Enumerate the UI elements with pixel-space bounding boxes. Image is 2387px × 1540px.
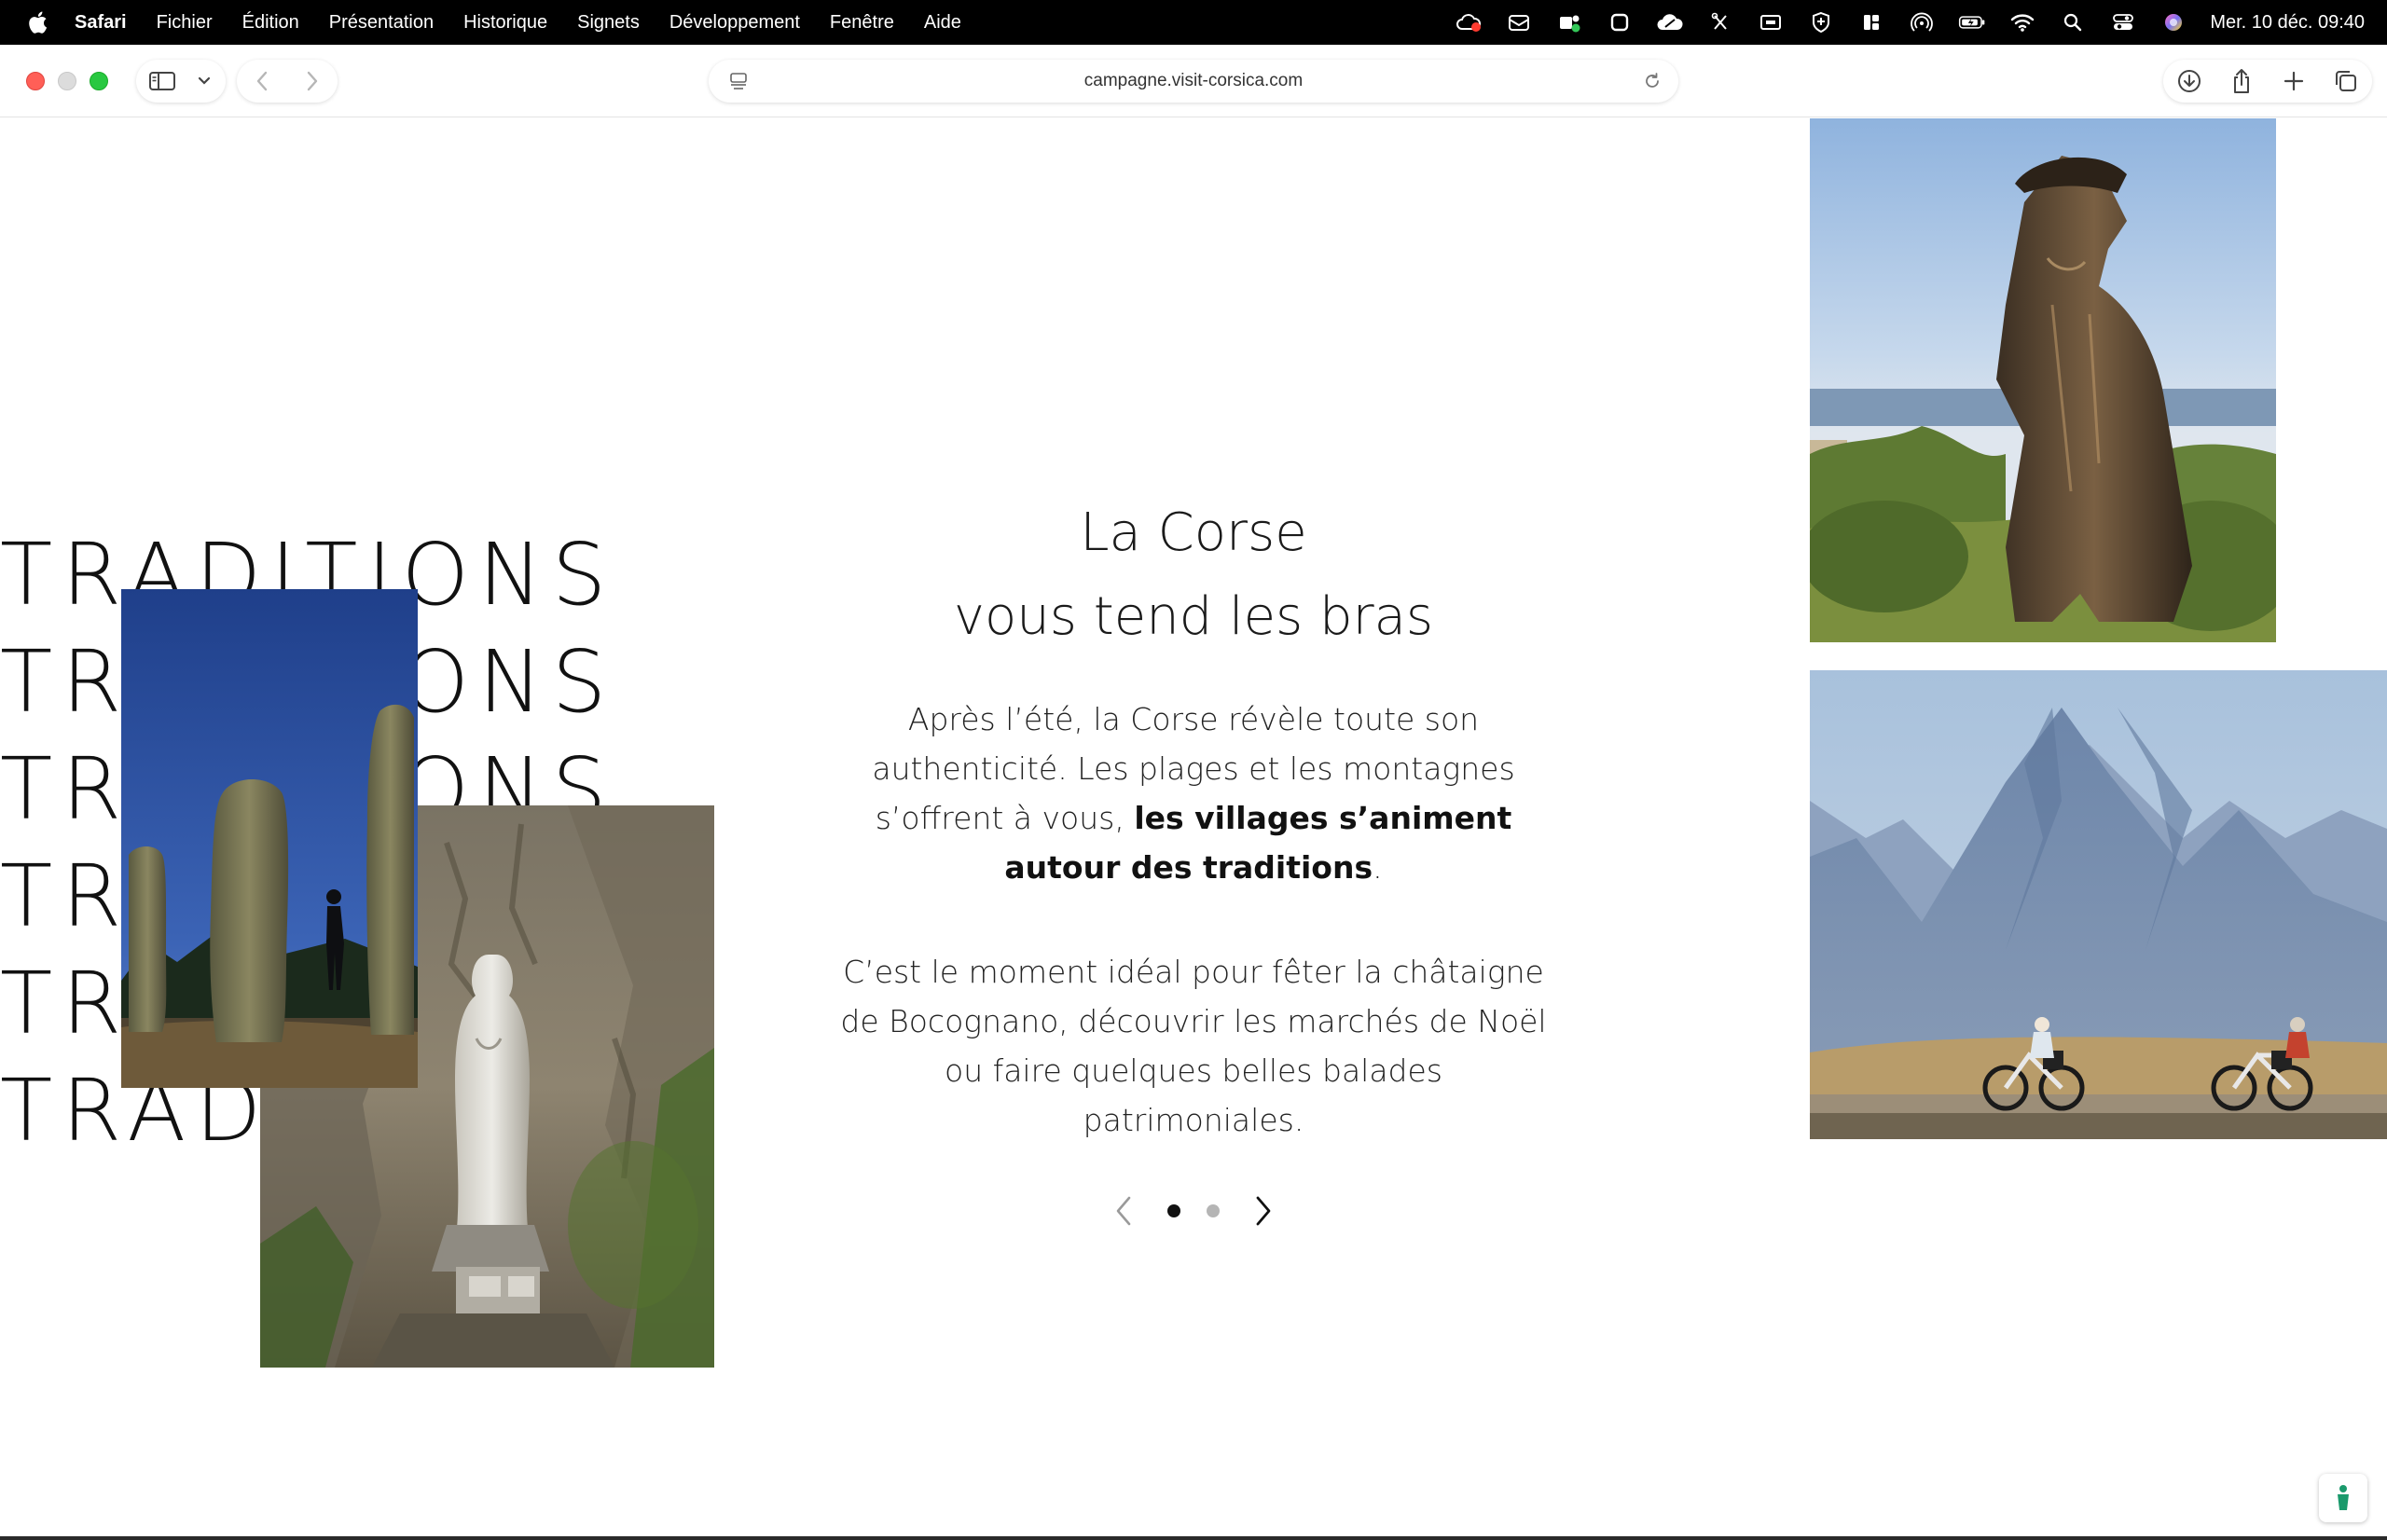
menubar-clock[interactable]: Mer. 10 déc. 09:40	[2210, 12, 2365, 34]
cloud-sync-icon[interactable]	[1656, 9, 1684, 35]
zoom-window-button[interactable]	[90, 72, 108, 90]
carousel-controls	[1105, 1192, 1282, 1230]
shield-vpn-icon[interactable]	[1807, 9, 1835, 35]
display-icon[interactable]	[1757, 9, 1785, 35]
status-area: Mer. 10 déc. 09:40	[1432, 0, 2365, 45]
creative-cloud-icon[interactable]	[1455, 9, 1483, 35]
siri-icon[interactable]	[2159, 9, 2187, 35]
help-figure-icon	[2338, 1485, 2349, 1510]
mail-badge-icon[interactable]	[1505, 9, 1533, 35]
control-center-icon[interactable]	[2109, 9, 2137, 35]
menu-signets[interactable]: Signets	[577, 12, 640, 34]
menu-app-safari[interactable]: Safari	[75, 12, 127, 34]
wifi-icon[interactable]	[2008, 9, 2036, 35]
address-bar[interactable]: campagne.visit-corsica.com	[709, 60, 1678, 103]
hero-text-block: La Corse vous tend les bras Après l’été,…	[839, 491, 1548, 1145]
photo-napoleon-statue	[1810, 118, 2276, 642]
tab-overview-icon[interactable]	[2320, 60, 2372, 103]
airdrop-icon[interactable]	[1908, 9, 1936, 35]
menu-fenetre[interactable]: Fenêtre	[830, 12, 894, 34]
scissors-tool-icon[interactable]	[1706, 9, 1734, 35]
menu-fichier[interactable]: Fichier	[157, 12, 213, 34]
teams-icon[interactable]	[1555, 9, 1583, 35]
photo-menhirs	[121, 589, 418, 1088]
carousel-prev-button[interactable]	[1105, 1192, 1142, 1230]
url-text[interactable]: campagne.visit-corsica.com	[709, 60, 1678, 103]
battery-icon[interactable]	[1958, 9, 1986, 35]
sidebar-toggle-group	[136, 60, 226, 103]
help-chat-button[interactable]	[2319, 1474, 2367, 1522]
new-tab-icon[interactable]	[2268, 60, 2320, 103]
square-app-icon[interactable]	[1606, 9, 1634, 35]
web-page: TRADITIONS TRADITIONS TRADITIONS TRADITI…	[0, 118, 2387, 1540]
menu-historique[interactable]: Historique	[463, 12, 547, 34]
carousel-dot-2[interactable]	[1206, 1204, 1220, 1217]
page-bottom-rule	[0, 1536, 2387, 1540]
sidebar-icon[interactable]	[136, 60, 188, 103]
photo-mountain-cyclists	[1810, 670, 2387, 1139]
share-icon[interactable]	[2215, 60, 2268, 103]
carousel-dot-1[interactable]	[1167, 1204, 1181, 1217]
menu-developpement[interactable]: Développement	[669, 12, 800, 34]
spotlight-search-icon[interactable]	[2059, 9, 2087, 35]
intro-paragraph: Après l’été, la Corse révèle toute son a…	[839, 694, 1548, 892]
hero-headline: La Corse vous tend les bras	[839, 491, 1548, 659]
headline-line-1: La Corse	[1080, 502, 1307, 563]
menu-aide[interactable]: Aide	[924, 12, 961, 34]
menu-presentation[interactable]: Présentation	[329, 12, 434, 34]
layout-grid-icon[interactable]	[1857, 9, 1885, 35]
forward-icon[interactable]	[287, 60, 338, 103]
toolbar-actions-group	[2163, 60, 2372, 103]
downloads-icon[interactable]	[2163, 60, 2215, 103]
menu-edition[interactable]: Édition	[242, 12, 299, 34]
headline-line-2: vous tend les bras	[953, 586, 1434, 647]
minimize-window-button[interactable]	[58, 72, 76, 90]
close-window-button[interactable]	[26, 72, 45, 90]
history-nav-group	[237, 60, 338, 103]
carousel-next-button[interactable]	[1245, 1192, 1282, 1230]
reload-icon[interactable]	[1634, 60, 1671, 103]
intro-paragraph-end: .	[1373, 849, 1383, 886]
menu-bar: Safari Fichier Édition Présentation Hist…	[0, 0, 2387, 45]
second-paragraph: C’est le moment idéal pour fêter la chât…	[840, 954, 1547, 1138]
browser-toolbar: campagne.visit-corsica.com	[0, 45, 2387, 117]
chevron-down-icon[interactable]	[188, 60, 220, 103]
back-icon[interactable]	[237, 60, 287, 103]
apple-menu-icon[interactable]	[26, 9, 48, 35]
